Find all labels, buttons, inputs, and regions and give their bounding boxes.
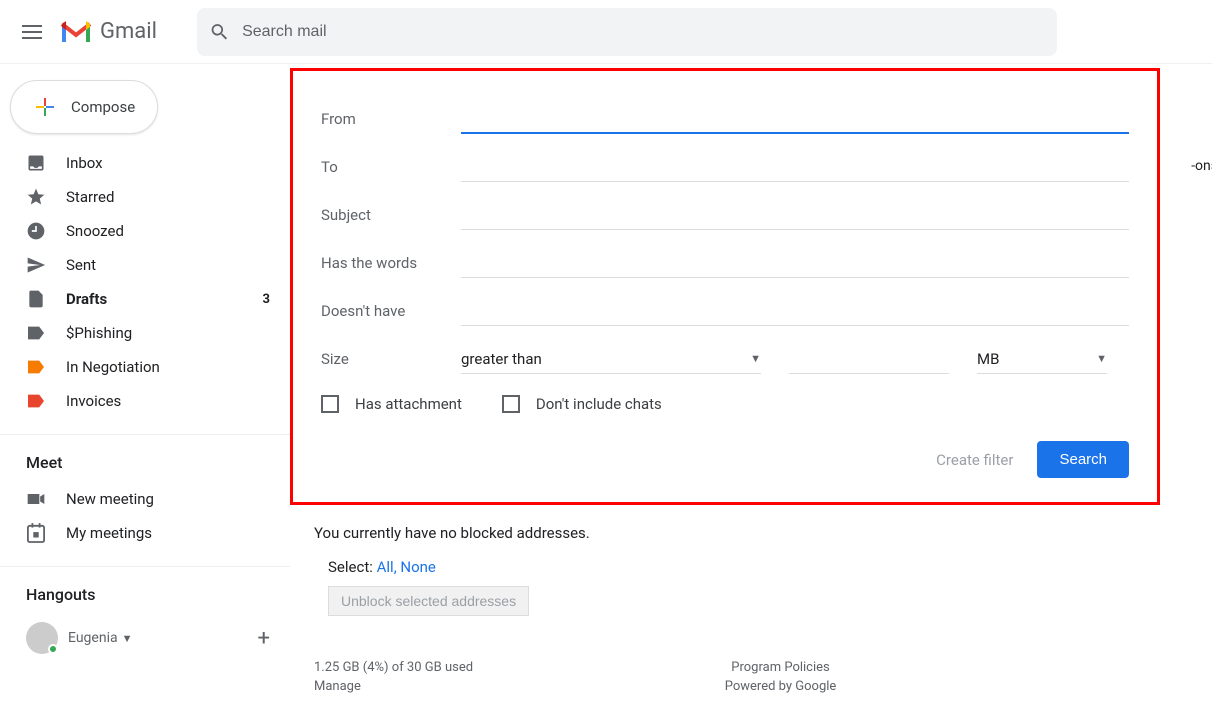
has-attachment-label: Has attachment (355, 395, 462, 413)
select-label: Select: (328, 558, 373, 576)
search-filter-panel: From To Subject Has the words Doesn't ha… (290, 68, 1160, 505)
presence-dot (48, 644, 58, 654)
sidebar-item-inbox[interactable]: Inbox (0, 146, 290, 180)
addons-text-fragment: -ons (1191, 158, 1212, 174)
size-value-input[interactable] (789, 344, 949, 374)
meet-section-title: Meet (0, 445, 290, 482)
chevron-down-icon: ▼ (1096, 352, 1107, 365)
app-header: Gmail (0, 0, 1212, 64)
label-icon (26, 391, 46, 411)
avatar (26, 622, 58, 654)
plus-icon (33, 95, 57, 119)
unblock-button[interactable]: Unblock selected addresses (328, 586, 529, 616)
sidebar-item-invoices[interactable]: Invoices (0, 384, 290, 418)
to-label: To (321, 158, 461, 176)
from-input[interactable] (461, 104, 1129, 134)
hangouts-user[interactable]: Eugenia ▼ (26, 622, 133, 654)
size-operator-dropdown[interactable]: greater than ▼ (461, 344, 761, 374)
doesnthave-input[interactable] (461, 296, 1129, 326)
sidebar-item-snoozed[interactable]: Snoozed (0, 214, 290, 248)
storage-text: 1.25 GB (4%) of 30 GB used (314, 660, 473, 675)
create-filter-button[interactable]: Create filter (936, 451, 1013, 469)
hangouts-section-title: Hangouts (0, 577, 290, 614)
dont-include-chats-checkbox[interactable] (502, 395, 520, 413)
gmail-logo-text: Gmail (100, 19, 157, 44)
clock-icon (26, 221, 46, 241)
select-all-link[interactable]: All (377, 558, 394, 576)
sidebar-item-sent[interactable]: Sent (0, 248, 290, 282)
inbox-icon (26, 153, 46, 173)
sidebar-item-new-meeting[interactable]: New meeting (0, 482, 290, 516)
to-input[interactable] (461, 152, 1129, 182)
size-label: Size (321, 350, 461, 368)
dont-include-chats-label: Don't include chats (536, 395, 662, 413)
video-icon (26, 489, 46, 509)
haswords-label: Has the words (321, 254, 461, 272)
from-label: From (321, 110, 461, 128)
haswords-input[interactable] (461, 248, 1129, 278)
drafts-icon (26, 289, 46, 309)
powered-text: Powered by Google (725, 679, 837, 694)
search-input[interactable] (242, 23, 1045, 41)
search-button[interactable]: Search (1037, 441, 1129, 478)
sidebar-item-phishing[interactable]: $Phishing (0, 316, 290, 350)
manage-link[interactable]: Manage (314, 679, 361, 694)
main-area: -ons From To Subject Has the words Doesn… (290, 64, 1212, 698)
compose-label: Compose (71, 98, 135, 116)
search-bar[interactable] (197, 8, 1057, 56)
select-none-link[interactable]: None (400, 558, 436, 576)
subject-label: Subject (321, 206, 461, 224)
label-icon (26, 357, 46, 377)
sidebar-item-my-meetings[interactable]: My meetings (0, 516, 290, 550)
blocked-message: You currently have no blocked addresses. (314, 524, 1188, 542)
sidebar-item-drafts[interactable]: Drafts 3 (0, 282, 290, 316)
star-icon (26, 187, 46, 207)
sidebar: Compose Inbox Starred Snoozed Sent Draft… (0, 64, 290, 698)
subject-input[interactable] (461, 200, 1129, 230)
doesnthave-label: Doesn't have (321, 302, 461, 320)
calendar-icon (26, 523, 46, 543)
gmail-logo-icon (60, 20, 92, 44)
sidebar-item-starred[interactable]: Starred (0, 180, 290, 214)
has-attachment-checkbox[interactable] (321, 395, 339, 413)
menu-icon[interactable] (8, 8, 56, 56)
chevron-down-icon: ▼ (750, 352, 761, 365)
sidebar-item-negotiation[interactable]: In Negotiation (0, 350, 290, 384)
send-icon (26, 255, 46, 275)
footer: 1.25 GB (4%) of 30 GB used Manage Progra… (290, 636, 1212, 698)
add-hangout-icon[interactable]: + (258, 626, 270, 651)
chevron-down-icon[interactable]: ▼ (122, 632, 133, 645)
hangouts-row: Eugenia ▼ + (0, 614, 290, 662)
search-icon (209, 21, 230, 43)
gmail-logo[interactable]: Gmail (60, 19, 157, 44)
size-unit-dropdown[interactable]: MB ▼ (977, 344, 1107, 374)
label-icon (26, 323, 46, 343)
compose-button[interactable]: Compose (10, 80, 158, 134)
policies-link[interactable]: Program Policies (731, 660, 829, 675)
blocked-addresses-section: You currently have no blocked addresses.… (290, 504, 1212, 636)
